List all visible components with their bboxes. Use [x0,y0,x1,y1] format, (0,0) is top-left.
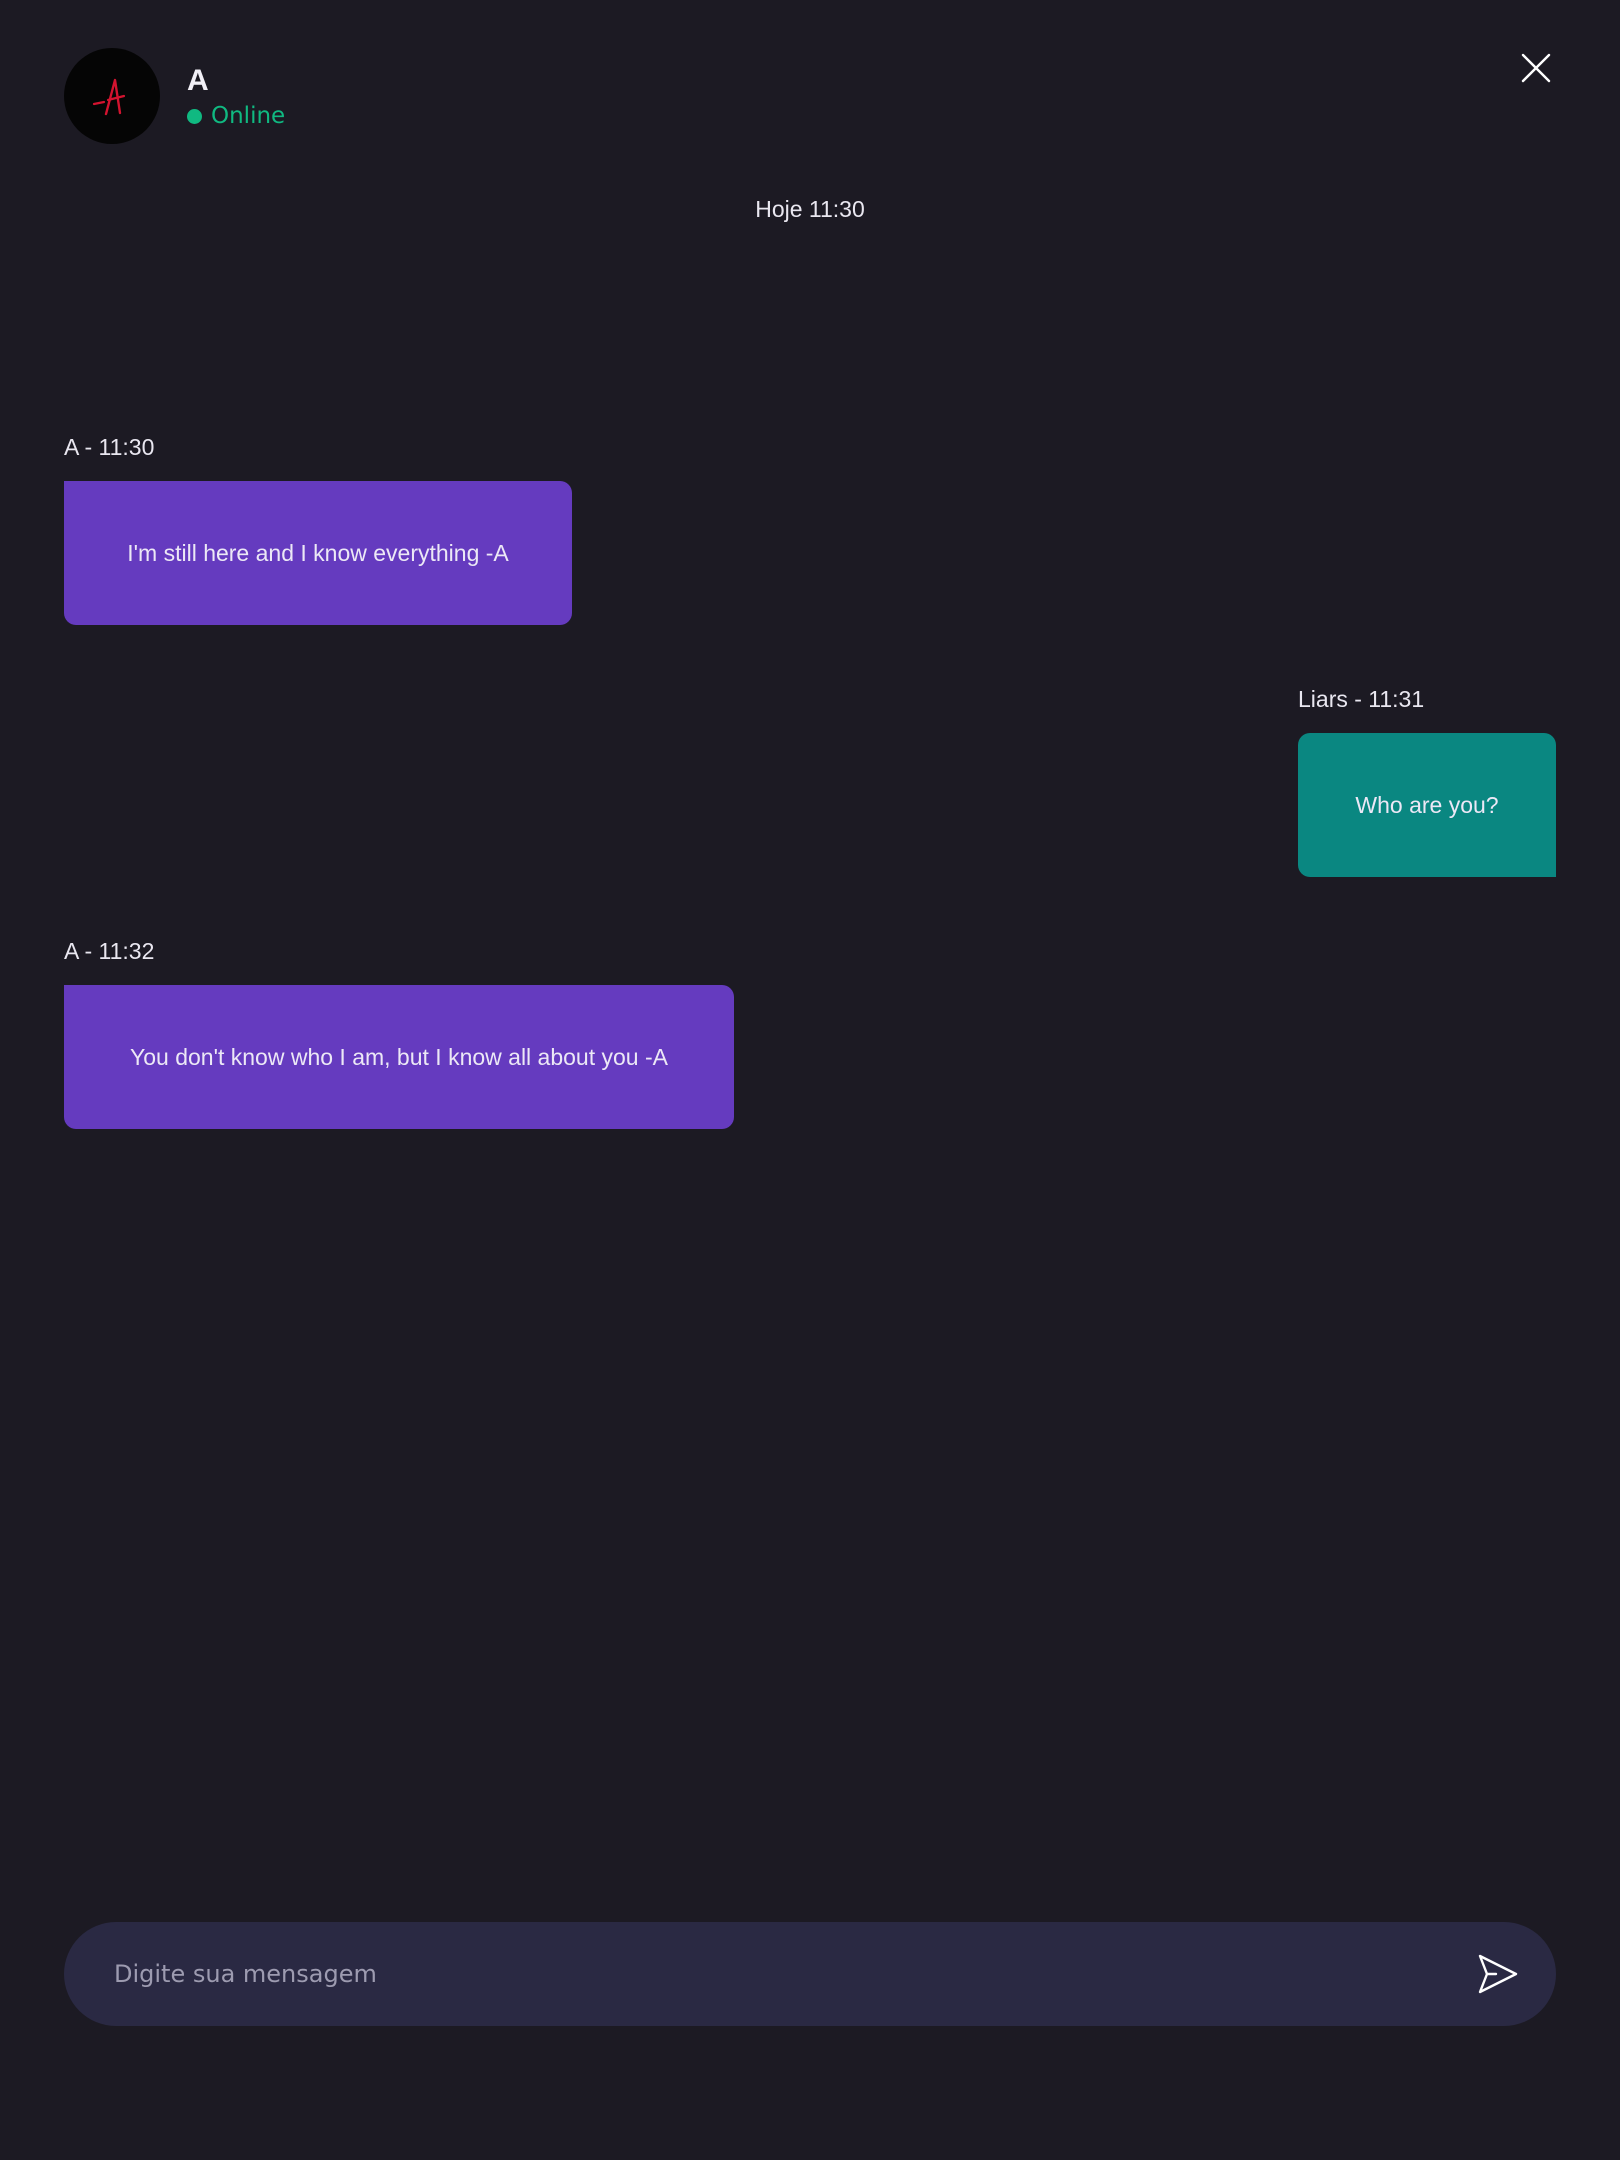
message-input[interactable] [112,1959,1474,1989]
send-icon [1478,1954,1518,1994]
chat-header: A Online [64,48,285,144]
close-button[interactable] [1518,50,1554,86]
message-text: You don't know who I am, but I know all … [130,1043,668,1070]
contact-info: A Online [187,63,285,129]
message-text: I'm still here and I know everything -A [127,539,509,566]
avatar[interactable] [64,48,160,144]
red-a-signature-icon [92,78,126,116]
close-icon [1521,53,1551,83]
message-composer [64,1922,1556,2026]
send-button[interactable] [1474,1950,1522,1998]
message-bubble-incoming[interactable]: I'm still here and I know everything -A [64,481,572,625]
day-separator: Hoje 11:30 [755,196,865,222]
status-indicator: Online [187,103,285,129]
contact-name: A [187,64,209,97]
message-text: Who are you? [1355,791,1499,818]
message-bubble-outgoing[interactable]: Who are you? [1298,733,1556,877]
message-meta: A - 11:32 [64,938,155,964]
status-text: Online [211,103,286,129]
online-dot-icon [187,108,202,124]
message-bubble-incoming[interactable]: You don't know who I am, but I know all … [64,985,734,1129]
message-meta: A - 11:30 [64,434,155,460]
chat-window: A Online Hoje 11:30 A - 11:30 I'm still … [0,0,1620,2160]
message-meta: Liars - 11:31 [1298,686,1425,712]
